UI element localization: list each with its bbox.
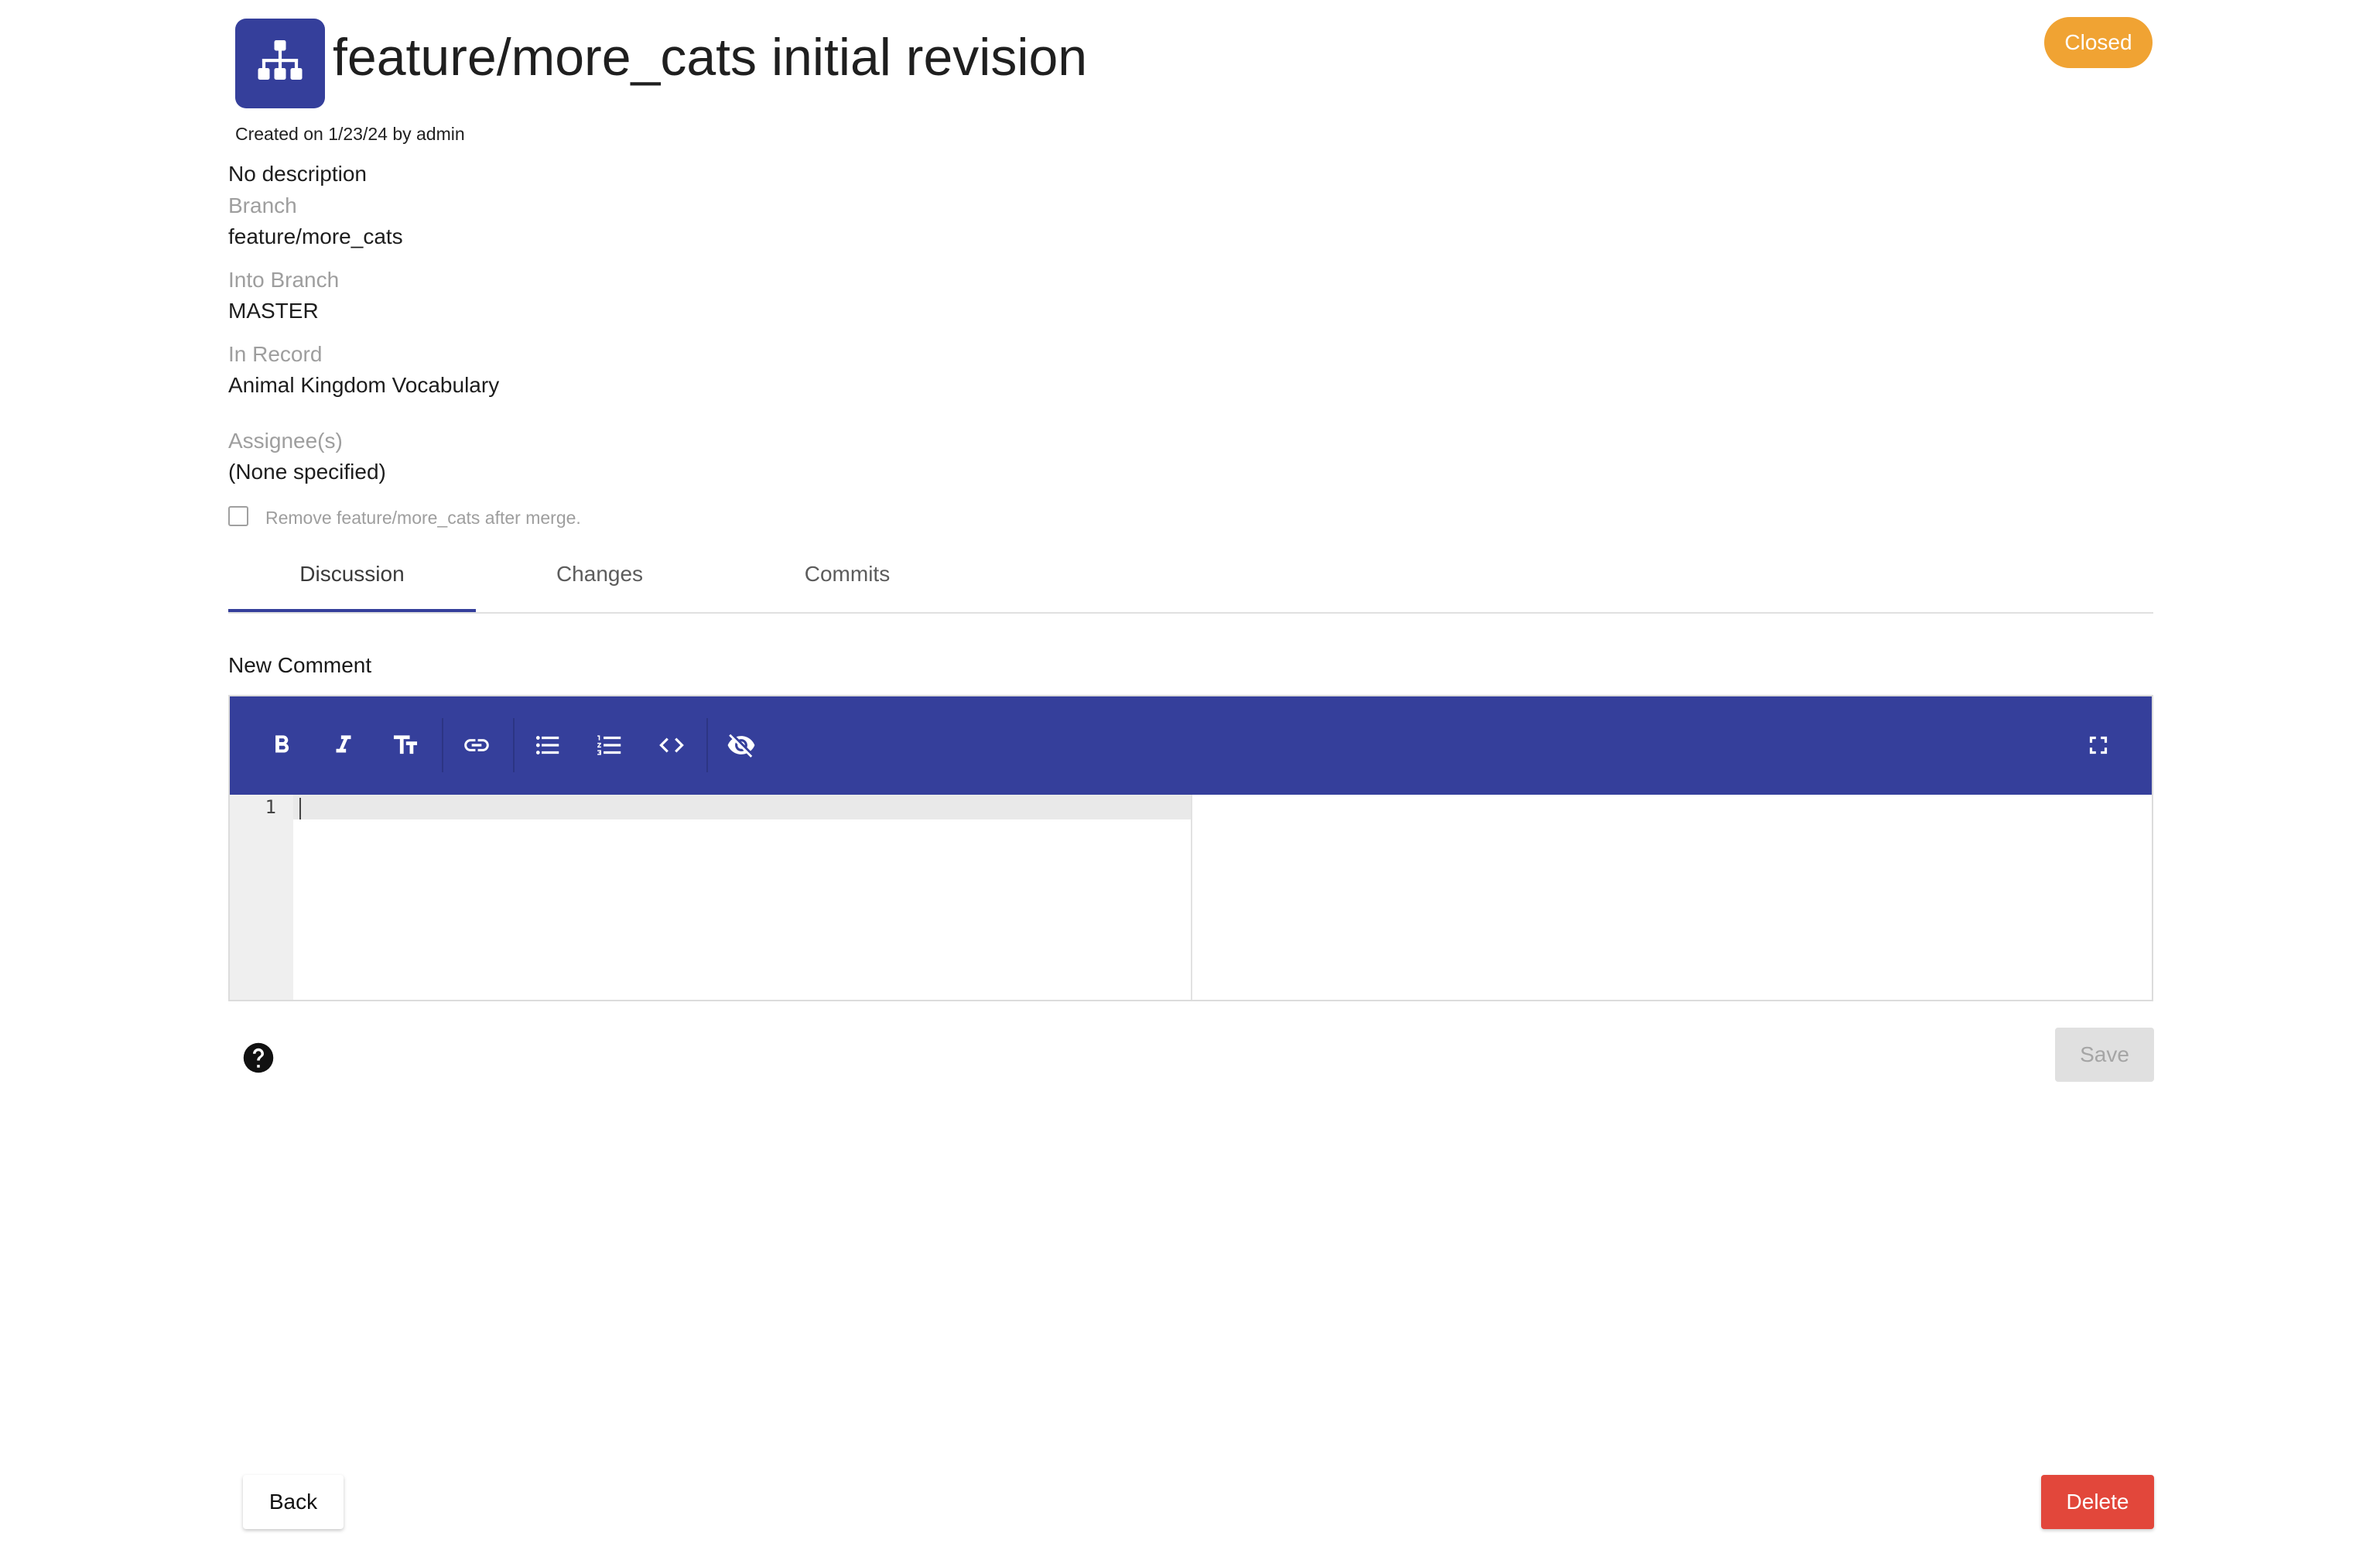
text-cursor (299, 798, 301, 819)
heading-icon[interactable] (386, 726, 425, 765)
assignees-value: (None specified) (228, 460, 386, 484)
tab-commits[interactable]: Commits (723, 546, 971, 611)
fullscreen-icon[interactable] (2079, 726, 2118, 765)
save-button[interactable]: Save (2055, 1028, 2154, 1082)
in-record-value: Animal Kingdom Vocabulary (228, 373, 500, 397)
numbered-list-icon[interactable] (590, 726, 629, 765)
in-record-label: In Record (228, 342, 323, 366)
merge-request-icon-box (235, 19, 325, 108)
editor-toolbar (230, 696, 2152, 795)
into-branch-label: Into Branch (228, 268, 340, 292)
comment-editor[interactable]: 1 (228, 695, 2153, 1001)
line-number: 1 (265, 796, 276, 818)
back-button[interactable]: Back (243, 1475, 344, 1529)
created-info: Created on 1/23/24 by admin (235, 124, 465, 144)
tab-bar: Discussion Changes Commits (228, 546, 2153, 614)
line-number-gutter (230, 795, 293, 1000)
status-badge: Closed (2044, 17, 2153, 68)
bold-icon[interactable] (262, 726, 301, 765)
remove-branch-checkbox[interactable] (228, 506, 248, 526)
active-line (293, 795, 1191, 819)
toggle-preview-icon[interactable] (722, 726, 761, 765)
tab-changes[interactable]: Changes (476, 546, 723, 611)
sitemap-icon (258, 40, 303, 80)
description-text: No description (228, 162, 367, 186)
into-branch-value: MASTER (228, 299, 319, 323)
branch-value: feature/more_cats (228, 224, 403, 248)
branch-label: Branch (228, 193, 297, 217)
link-icon[interactable] (457, 726, 496, 765)
bulleted-list-icon[interactable] (528, 726, 567, 765)
help-icon[interactable] (242, 1042, 275, 1074)
delete-button[interactable]: Delete (2041, 1475, 2154, 1529)
tab-discussion[interactable]: Discussion (228, 546, 476, 612)
preview-pane-divider (1191, 795, 1192, 1000)
italic-icon[interactable] (324, 726, 363, 765)
new-comment-heading: New Comment (228, 653, 372, 677)
code-icon[interactable] (652, 726, 691, 765)
assignees-label: Assignee(s) (228, 429, 343, 453)
page-title: feature/more_cats initial revision (333, 28, 1088, 87)
remove-branch-checkbox-label[interactable]: Remove feature/more_cats after merge. (265, 505, 581, 531)
